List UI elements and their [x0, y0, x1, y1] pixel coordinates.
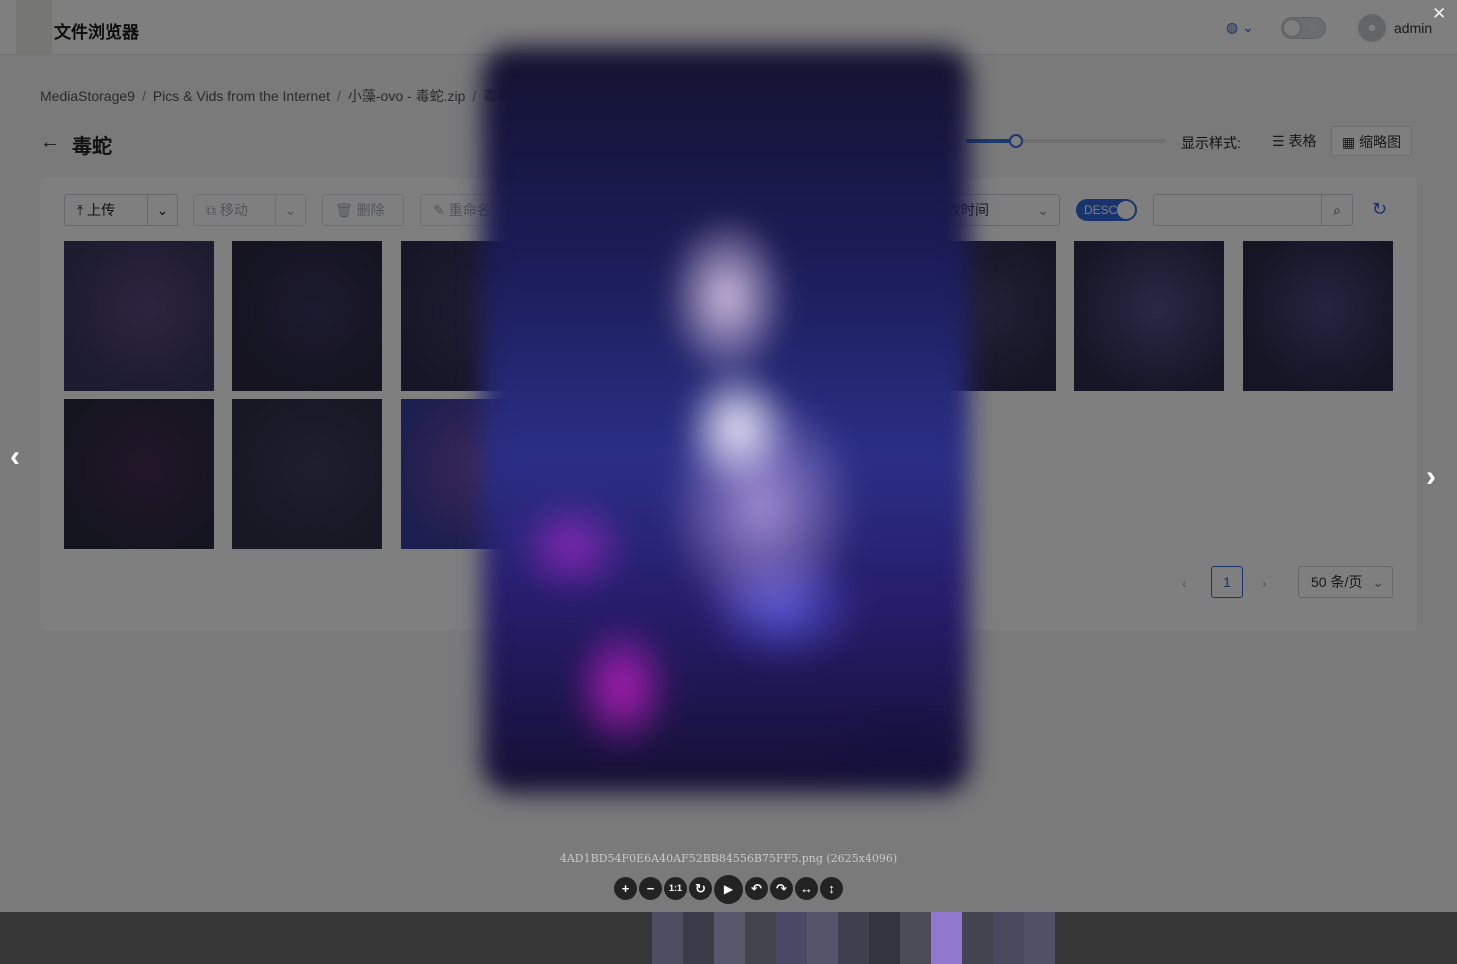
- close-icon[interactable]: ✕: [1432, 4, 1446, 24]
- navbar-thumbnail[interactable]: [993, 912, 1024, 964]
- one-to-one-button[interactable]: 1:1: [664, 877, 687, 900]
- flip-horizontal-button[interactable]: ↔: [795, 877, 818, 900]
- zoom-out-button[interactable]: −: [639, 877, 662, 900]
- viewer-thumbnail-strip: [0, 912, 1457, 964]
- preview-picture: [482, 47, 970, 793]
- zoom-in-button[interactable]: +: [614, 877, 637, 900]
- navbar-thumbnail[interactable]: [869, 912, 900, 964]
- play-button[interactable]: ▶: [714, 875, 743, 904]
- chevron-left-icon[interactable]: ‹: [10, 440, 20, 474]
- navbar-thumbnail[interactable]: [931, 912, 962, 964]
- navbar-thumbnail[interactable]: [962, 912, 993, 964]
- navbar-thumbnail[interactable]: [714, 912, 745, 964]
- image-caption: 4AD1BD54F0E6A40AF52BB84556B75FF5.png (26…: [559, 852, 898, 865]
- navbar-thumbnail[interactable]: [838, 912, 869, 964]
- navbar-thumbnail[interactable]: [652, 912, 683, 964]
- reset-button[interactable]: ↻: [689, 877, 712, 900]
- navbar-thumbnail[interactable]: [807, 912, 838, 964]
- navbar-thumbnail[interactable]: [776, 912, 807, 964]
- navbar-thumbnail[interactable]: [900, 912, 931, 964]
- flip-vertical-button[interactable]: ↕: [820, 877, 843, 900]
- navbar-thumbnail[interactable]: [1024, 912, 1055, 964]
- rotate-left-button[interactable]: ↶: [745, 877, 768, 900]
- viewer-image[interactable]: [460, 25, 992, 815]
- rotate-right-button[interactable]: ↷: [770, 877, 793, 900]
- navbar-thumbnail[interactable]: [745, 912, 776, 964]
- chevron-right-icon[interactable]: ›: [1426, 460, 1436, 494]
- navbar-thumbnail[interactable]: [683, 912, 714, 964]
